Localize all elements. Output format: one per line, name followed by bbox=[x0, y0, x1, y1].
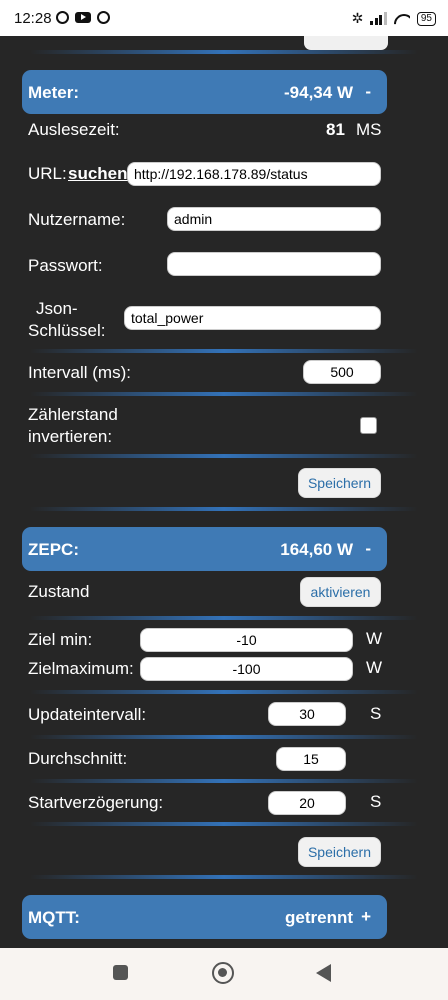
alarm-icon bbox=[56, 11, 69, 24]
target-min-unit: W bbox=[366, 629, 383, 648]
mqtt-header[interactable]: MQTT: getrennt + bbox=[22, 895, 387, 939]
start-delay-input[interactable] bbox=[268, 791, 346, 815]
url-label: URL: bbox=[28, 164, 67, 183]
average-input[interactable] bbox=[276, 747, 346, 771]
home-icon[interactable] bbox=[212, 962, 234, 984]
zepc-power-value: 164,60 W bbox=[280, 540, 353, 559]
meter-collapse-toggle[interactable]: - bbox=[365, 82, 371, 102]
username-input[interactable] bbox=[167, 207, 381, 231]
meter-save-button[interactable]: Speichern bbox=[298, 468, 381, 498]
interval-label: Intervall (ms): bbox=[28, 363, 131, 382]
battery-icon: 95 bbox=[416, 11, 436, 26]
start-delay-unit: S bbox=[370, 792, 382, 811]
divider bbox=[30, 690, 418, 694]
password-label: Passwort: bbox=[28, 256, 103, 275]
divider bbox=[30, 875, 418, 879]
url-search-link[interactable]: suchen bbox=[68, 163, 128, 185]
status-bar: 12:28 ✲ 95 bbox=[0, 0, 448, 36]
mqtt-title: MQTT: bbox=[28, 908, 80, 927]
signal-icon bbox=[370, 12, 387, 25]
activate-button[interactable]: aktivieren bbox=[300, 577, 381, 607]
ring-icon bbox=[97, 11, 110, 24]
divider bbox=[30, 822, 418, 826]
divider bbox=[30, 392, 418, 396]
youtube-icon bbox=[75, 12, 91, 23]
divider bbox=[30, 50, 418, 54]
navigation-bar bbox=[0, 948, 448, 1000]
recent-apps-icon[interactable] bbox=[113, 965, 128, 980]
target-max-input[interactable] bbox=[140, 657, 353, 681]
zepc-save-button[interactable]: Speichern bbox=[298, 837, 381, 867]
divider bbox=[30, 779, 418, 783]
update-interval-input[interactable] bbox=[268, 702, 346, 726]
divider bbox=[30, 507, 418, 511]
mqtt-status-value: getrennt bbox=[285, 908, 353, 927]
target-max-unit: W bbox=[366, 658, 383, 677]
target-min-label: Ziel min: bbox=[28, 630, 93, 649]
meter-power-value: -94,34 W bbox=[284, 83, 353, 102]
status-left-icons bbox=[56, 11, 110, 24]
zepc-collapse-toggle[interactable]: - bbox=[365, 539, 371, 559]
target-min-input[interactable] bbox=[140, 628, 353, 652]
mqtt-expand-toggle[interactable]: + bbox=[361, 907, 371, 927]
username-label: Nutzername: bbox=[28, 210, 126, 229]
json-key-label-line2: Schlüssel: bbox=[28, 321, 106, 340]
wifi-icon bbox=[394, 12, 410, 25]
bluetooth-icon: ✲ bbox=[351, 10, 364, 26]
status-right-icons: ✲ 95 bbox=[352, 10, 436, 27]
readout-time-value: 81 bbox=[326, 120, 345, 139]
invert-label-line1: Zählerstand bbox=[28, 405, 118, 424]
json-key-input[interactable] bbox=[124, 306, 381, 330]
divider bbox=[30, 454, 418, 458]
meter-title: Meter: bbox=[28, 83, 80, 102]
invert-checkbox[interactable] bbox=[360, 417, 377, 434]
url-input[interactable] bbox=[127, 162, 381, 186]
settings-content[interactable]: Meter: -94,34 W - Auslesezeit: 81 MS URL… bbox=[0, 36, 448, 948]
divider bbox=[30, 616, 418, 620]
divider bbox=[30, 735, 418, 739]
json-key-label-line1: Json- bbox=[36, 299, 78, 318]
invert-label-line2: invertieren: bbox=[28, 427, 113, 446]
divider bbox=[30, 349, 418, 353]
readout-time-unit: MS bbox=[356, 120, 382, 139]
password-input[interactable] bbox=[167, 252, 381, 276]
back-icon[interactable] bbox=[316, 964, 331, 982]
interval-input[interactable] bbox=[303, 360, 381, 384]
readout-time-label: Auslesezeit: bbox=[28, 120, 120, 139]
start-delay-label: Startverzögerung: bbox=[28, 793, 164, 812]
meter-header[interactable]: Meter: -94,34 W - bbox=[22, 70, 387, 114]
average-label: Durchschnitt: bbox=[28, 749, 128, 768]
previous-section-button[interactable] bbox=[304, 36, 388, 50]
zepc-header[interactable]: ZEPC: 164,60 W - bbox=[22, 527, 387, 571]
update-interval-unit: S bbox=[370, 704, 382, 723]
target-max-label: Zielmaximum: bbox=[28, 659, 134, 678]
zepc-title: ZEPC: bbox=[28, 540, 79, 559]
state-label: Zustand bbox=[28, 582, 90, 601]
status-time: 12:28 bbox=[14, 10, 52, 27]
update-interval-label: Updateintervall: bbox=[28, 705, 147, 724]
